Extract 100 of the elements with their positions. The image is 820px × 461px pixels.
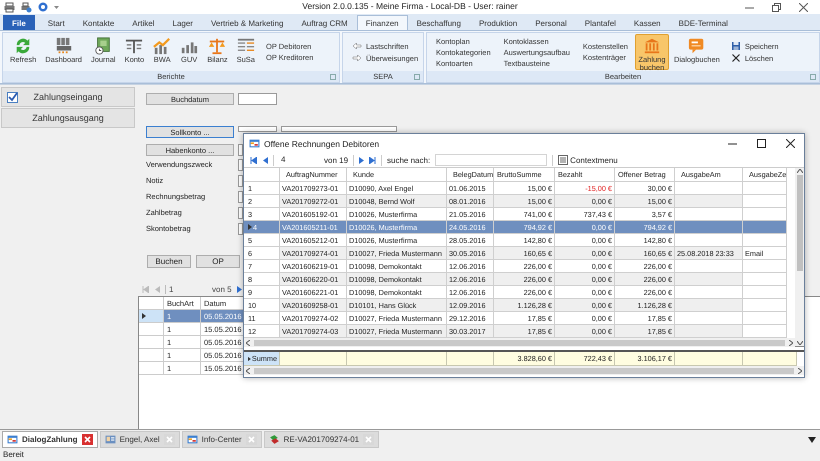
scroll-right-icon[interactable] — [789, 340, 793, 346]
window-icon — [186, 434, 198, 445]
action-button[interactable]: Buchen — [147, 255, 191, 268]
table-cell — [743, 221, 787, 234]
table-cell — [743, 182, 787, 195]
input-field[interactable] — [238, 206, 243, 218]
nav-button[interactable]: Zahlungseingang — [1, 87, 135, 107]
account-name-field[interactable] — [281, 126, 397, 132]
scroll-left-icon[interactable] — [246, 368, 250, 374]
ribbon-tab[interactable]: Start — [38, 15, 74, 30]
action-button[interactable]: OP — [196, 255, 240, 268]
bank-icon — [642, 37, 661, 55]
table-cell — [675, 273, 743, 286]
status-text: Bereit — [3, 450, 24, 459]
date-field[interactable] — [238, 93, 277, 105]
ribbon-tab[interactable]: Beschaffung — [408, 15, 470, 30]
ribbon-tab[interactable]: Kontakte — [74, 15, 124, 30]
dialog-launcher-icon[interactable] — [810, 74, 816, 80]
t-account-icon — [125, 37, 144, 55]
summary-cell — [675, 352, 743, 366]
document-tab[interactable]: Engel, Axel — [100, 431, 180, 448]
restore-icon[interactable] — [772, 2, 781, 12]
ribbon-tab[interactable]: Kassen — [624, 15, 670, 30]
close-icon[interactable] — [799, 2, 808, 12]
table-cell — [743, 286, 787, 299]
delete-icon — [730, 53, 741, 63]
summary-cell — [447, 352, 494, 366]
ribbon-tab[interactable]: BDE-Terminal — [670, 15, 737, 30]
input-field[interactable] — [238, 174, 243, 186]
table-cell — [743, 312, 787, 325]
record-position-field[interactable]: 4 — [279, 154, 319, 166]
arrow-left-icon — [352, 41, 362, 51]
row-header[interactable] — [139, 310, 164, 323]
scroll-up-icon[interactable] — [796, 169, 802, 173]
notebook-clock-icon — [94, 37, 112, 55]
record-count: von 5 — [212, 284, 232, 294]
dashboard-icon — [54, 37, 73, 55]
dialog-title: Offene Rechnungen Debitoren — [264, 138, 380, 148]
checkbox[interactable] — [7, 92, 18, 103]
ribbon-tab[interactable]: Vertrieb & Marketing — [202, 15, 292, 30]
vertical-scrollbar[interactable] — [795, 168, 804, 346]
table-cell — [743, 273, 787, 286]
maximize-icon[interactable] — [757, 139, 766, 148]
refresh-icon — [14, 37, 32, 55]
document-tab[interactable]: RE-VA201709274-01 — [264, 431, 380, 448]
document-tab[interactable]: DialogZahlung — [2, 431, 98, 448]
file-menu-button[interactable]: File — [3, 15, 35, 30]
document-tab[interactable]: Info-Center — [182, 431, 262, 448]
ribbon-tab[interactable]: Plantafel — [576, 15, 625, 30]
scroll-down-icon[interactable] — [796, 341, 802, 345]
context-menu-button[interactable]: Contextmenu — [558, 155, 618, 165]
horizontal-scrollbar[interactable] — [244, 366, 804, 375]
ribbon-tab[interactable]: Personal — [526, 15, 576, 30]
input-field[interactable] — [238, 158, 243, 170]
account-field[interactable] — [238, 144, 243, 156]
scroll-left-icon[interactable] — [246, 340, 250, 346]
window-icon — [7, 434, 18, 445]
record-position: 1 — [165, 284, 191, 294]
account-field[interactable] — [238, 126, 277, 132]
input-field[interactable] — [238, 222, 243, 234]
ribbon-tab[interactable]: Artikel — [123, 15, 164, 30]
ribbon-tab[interactable]: Lager — [164, 15, 202, 30]
close-icon[interactable] — [786, 139, 795, 148]
dialog-launcher-icon[interactable] — [330, 74, 336, 80]
input-field[interactable] — [238, 190, 243, 202]
ribbon-tab[interactable]: Produktion — [470, 15, 526, 30]
ribbon-tab[interactable]: Auftrag CRM — [292, 15, 357, 30]
search-field[interactable] — [435, 154, 548, 166]
table-cell — [743, 234, 787, 247]
printer-icon[interactable] — [4, 2, 15, 12]
arrow-right-icon — [352, 53, 362, 63]
invoice-icon — [268, 434, 280, 445]
last-record-icon[interactable] — [369, 156, 376, 164]
row-pointer-icon — [142, 313, 146, 319]
table-cell — [675, 325, 743, 338]
search-label: suche nach: — [387, 156, 430, 164]
scales-icon — [208, 37, 226, 55]
dropdown-icon[interactable] — [808, 437, 816, 443]
table-cell — [675, 221, 743, 234]
dialog-launcher-icon[interactable] — [414, 74, 420, 80]
ribbon-tab[interactable]: Finanzen — [356, 15, 408, 30]
first-record-icon[interactable] — [250, 156, 257, 164]
card-icon — [688, 37, 706, 55]
row-pointer-icon — [248, 224, 252, 230]
previous-record-icon[interactable] — [262, 156, 268, 164]
nav-button[interactable]: Zahlungsausgang — [1, 108, 135, 128]
scroll-right-icon[interactable] — [798, 368, 802, 374]
table-cell — [743, 299, 787, 312]
summary-cell — [743, 352, 797, 366]
window-title: Version 2.0.0.135 - Meine Firma - Local-DB - User: rainer — [302, 1, 518, 11]
table-cell — [675, 195, 743, 208]
table-cell — [675, 299, 743, 312]
row-pointer-icon — [248, 356, 251, 362]
horizontal-scrollbar[interactable] — [244, 338, 795, 347]
help-icon[interactable] — [38, 2, 48, 12]
next-record-icon[interactable] — [359, 156, 364, 164]
save-icon — [730, 41, 741, 51]
print-preview-icon[interactable] — [21, 2, 32, 12]
chart-arrow-icon — [153, 37, 172, 55]
table-cell — [743, 195, 787, 208]
